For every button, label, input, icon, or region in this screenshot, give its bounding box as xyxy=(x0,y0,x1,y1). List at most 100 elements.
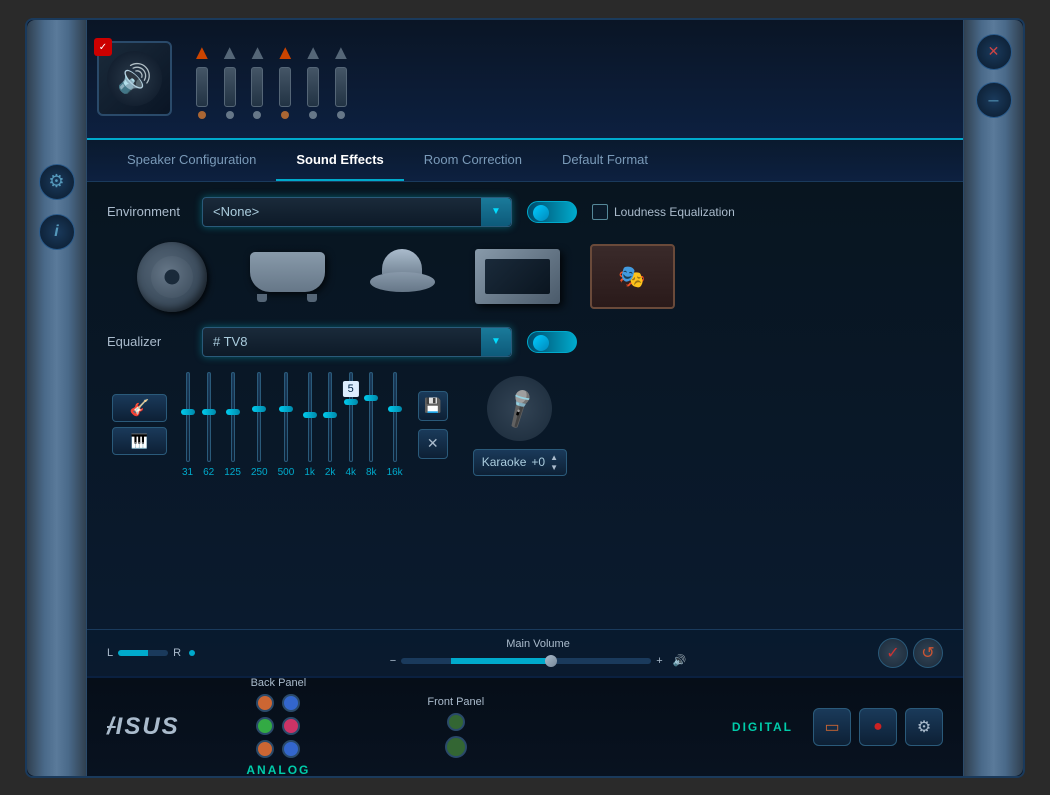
volume-value: 🔊 xyxy=(673,654,687,667)
env-icon-theater[interactable]: 🎭 xyxy=(587,242,677,312)
front-panel-section: Front Panel xyxy=(377,696,534,758)
back-jack-2[interactable] xyxy=(282,694,300,712)
volume-lr-controls: L R xyxy=(107,647,198,659)
eq-label-2k: 2k xyxy=(325,467,336,478)
pin-3: ▲ xyxy=(248,42,268,119)
dropdown-arrow-icon: ▼ xyxy=(481,198,511,226)
front-panel-jacks2 xyxy=(445,736,467,758)
eq-slider-4k[interactable]: 5 xyxy=(349,372,353,462)
equalizer-toggle[interactable] xyxy=(527,331,577,353)
digital-label: DIGITAL xyxy=(732,720,793,734)
eq-toggle-knob xyxy=(533,335,549,351)
pin-arrow-2: ▲ xyxy=(220,42,240,65)
karaoke-down-button[interactable]: ▼ xyxy=(550,463,558,472)
back-jack-1[interactable] xyxy=(256,694,274,712)
settings-button[interactable]: ⚙ xyxy=(39,164,75,200)
loudness-checkbox-group[interactable]: Loudness Equalization xyxy=(592,204,735,220)
back-panel-jacks-row1 xyxy=(256,694,300,712)
front-jack-2[interactable] xyxy=(445,736,467,758)
volume-check-button[interactable]: ✓ xyxy=(878,638,908,668)
ufo-dome xyxy=(382,249,422,274)
tab-default-format[interactable]: Default Format xyxy=(542,140,668,181)
karaoke-spinbox[interactable]: ▲ ▼ xyxy=(550,453,558,472)
back-panel-section: Back Panel ANALOG xyxy=(200,677,357,777)
karaoke-value: +0 xyxy=(531,455,545,469)
main-volume-slider[interactable] xyxy=(401,658,651,664)
pin-5: ▲ xyxy=(303,42,323,119)
pin-jack-5 xyxy=(307,67,319,107)
eq-band-62: 62 xyxy=(203,372,214,478)
digital-icon-2[interactable]: ● xyxy=(859,708,897,746)
eq-thumb-125 xyxy=(226,409,240,415)
main-volume-section: Main Volume − + 🔊 xyxy=(213,638,863,667)
eq-slider-500[interactable] xyxy=(284,372,288,462)
preset-guitar-button[interactable]: 🎸 xyxy=(112,394,167,422)
bottom-bar: /ISUS Back Panel ANALOG Fr xyxy=(87,676,963,776)
eq-slider-2k[interactable] xyxy=(328,372,332,462)
eq-label-62: 62 xyxy=(203,467,214,478)
close-button[interactable]: ✕ xyxy=(976,34,1012,70)
eq-tooltip-4k: 5 xyxy=(343,381,359,397)
eq-band-16k: 16k xyxy=(387,372,403,478)
env-icon-stage[interactable] xyxy=(472,242,562,312)
eq-slider-125[interactable] xyxy=(231,372,235,462)
mic-icon-area: 🎤 xyxy=(487,374,552,444)
env-icon-bathtub[interactable] xyxy=(242,242,332,312)
eq-thumb-250 xyxy=(252,406,266,412)
eq-band-8k: 8k xyxy=(366,372,377,478)
eq-slider-31[interactable] xyxy=(186,372,190,462)
loudness-label: Loudness Equalization xyxy=(614,205,735,219)
front-jack-1[interactable] xyxy=(447,713,465,731)
tab-room-correction[interactable]: Room Correction xyxy=(404,140,542,181)
main-volume-controls: − + 🔊 xyxy=(390,654,687,667)
eq-slider-250[interactable] xyxy=(257,372,261,462)
eq-band-1k: 1k xyxy=(304,372,315,478)
back-jack-4[interactable] xyxy=(282,717,300,735)
vol-l-slider[interactable] xyxy=(118,650,168,656)
pin-arrow-5: ▲ xyxy=(303,42,323,65)
eq-preset-icons: 🎸 🎹 xyxy=(112,394,167,455)
environment-icons-row: 🎭 xyxy=(127,242,943,312)
main-volume-thumb xyxy=(545,655,557,667)
front-panel-label: Front Panel xyxy=(427,696,484,708)
back-jack-3[interactable] xyxy=(256,717,274,735)
back-jack-5[interactable] xyxy=(256,740,274,758)
karaoke-section: 🎤 Karaoke +0 ▲ ▼ xyxy=(473,374,567,476)
analog-label: ANALOG xyxy=(246,763,310,777)
eq-slider-62[interactable] xyxy=(207,372,211,462)
check-badge: ✓ xyxy=(94,38,112,56)
loudness-checkbox[interactable] xyxy=(592,204,608,220)
equalizer-label: Equalizer xyxy=(107,334,187,349)
preset-piano-button[interactable]: 🎹 xyxy=(112,427,167,455)
asus-logo: /ISUS xyxy=(107,713,180,741)
settings-icon-btn[interactable]: ⚙ xyxy=(905,708,943,746)
environment-toggle[interactable] xyxy=(527,201,577,223)
eq-slider-16k[interactable] xyxy=(393,372,397,462)
eq-save-button[interactable]: 💾 xyxy=(418,391,448,421)
vol-l-label: L xyxy=(107,647,113,659)
eq-band-250: 250 xyxy=(251,372,268,478)
tab-speaker-configuration[interactable]: Speaker Configuration xyxy=(107,140,276,181)
digital-icon-1[interactable]: ▭ xyxy=(813,708,851,746)
volume-section: L R Main Volume − + 🔊 ✓ xyxy=(87,629,963,676)
eq-slider-1k[interactable] xyxy=(308,372,312,462)
karaoke-up-button[interactable]: ▲ xyxy=(550,453,558,462)
minimize-button[interactable]: ─ xyxy=(976,82,1012,118)
eq-slider-8k[interactable] xyxy=(369,372,373,462)
env-icon-ufo[interactable] xyxy=(357,242,447,312)
digital-icon-2-shape: ● xyxy=(873,718,883,736)
save-icon: 💾 xyxy=(424,397,441,414)
pin-arrow-4: ▲ xyxy=(275,42,295,65)
info-button[interactable]: i xyxy=(39,214,75,250)
volume-reset-button[interactable]: ↺ xyxy=(913,638,943,668)
tab-sound-effects[interactable]: Sound Effects xyxy=(276,140,403,181)
right-sidebar: ✕ ─ xyxy=(963,20,1023,776)
eq-delete-button[interactable]: ✕ xyxy=(418,429,448,459)
env-icon-disc[interactable] xyxy=(127,242,217,312)
eq-label-16k: 16k xyxy=(387,467,403,478)
equalizer-dropdown[interactable]: # TV8 ▼ xyxy=(202,327,512,357)
eq-label-1k: 1k xyxy=(304,467,315,478)
vol-r-indicator xyxy=(189,650,195,656)
environment-dropdown[interactable]: <None> ▼ xyxy=(202,197,512,227)
back-jack-6[interactable] xyxy=(282,740,300,758)
